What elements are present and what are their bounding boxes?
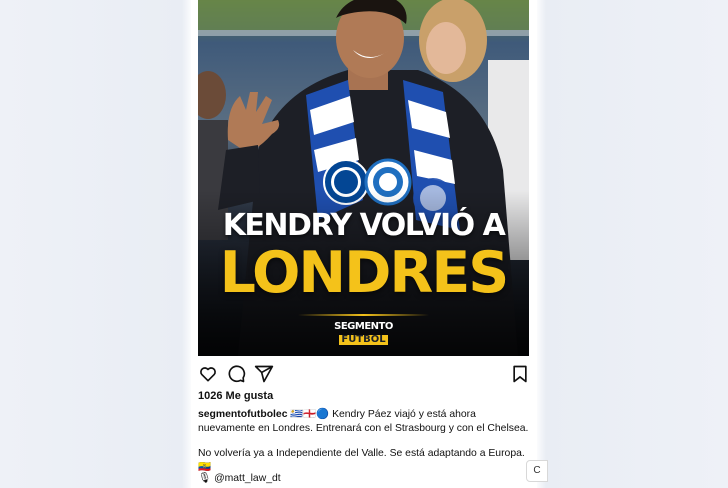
brand-logo: SEGMENTO FÚTBOL (198, 322, 529, 345)
headline-line-2: LONDRES (219, 240, 510, 306)
caption-username[interactable]: segmentofutbolec (198, 409, 287, 420)
heart-icon[interactable] (198, 364, 218, 384)
brand-logo-line1: SEGMENTO (334, 321, 393, 332)
caption-paragraph-1: segmentofutbolec 🇺🇾🏴󠁧󠁢󠁥󠁮󠁧󠁿🔵 Kendry Páez … (198, 408, 533, 435)
like-count[interactable]: 1026 Me gusta (198, 390, 273, 402)
post-caption: segmentofutbolec 🇺🇾🏴󠁧󠁢󠁥󠁮󠁧󠁿🔵 Kendry Páez … (198, 408, 533, 474)
post-action-bar (198, 364, 529, 386)
caption-mention[interactable]: 🎙 @matt_law_dt (198, 471, 281, 484)
side-panel-button[interactable]: C (526, 460, 548, 482)
brand-divider (298, 314, 429, 316)
bookmark-icon[interactable] (510, 364, 530, 384)
caption-paragraph-2: No volvería ya a Independiente del Valle… (198, 448, 525, 473)
post-image[interactable]: KENDRY VOLVIÓ A LONDRES SEGMENTO FÚTBOL (198, 0, 529, 356)
share-icon[interactable] (254, 364, 274, 384)
brand-logo-line2: FÚTBOL (339, 334, 388, 345)
comment-icon[interactable] (226, 364, 246, 384)
instagram-post-card: KENDRY VOLVIÓ A LONDRES SEGMENTO FÚTBOL (191, 0, 537, 488)
headline-line-1: KENDRY VOLVIÓ A (222, 208, 506, 243)
